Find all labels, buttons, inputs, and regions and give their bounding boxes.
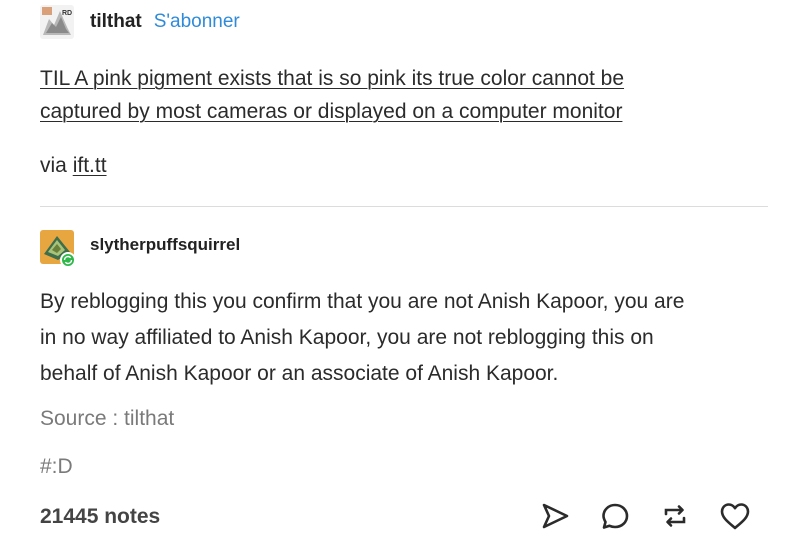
post-title[interactable]: TIL A pink pigment exists that is so pin… <box>40 62 760 128</box>
via-line: via ift.tt <box>40 149 760 182</box>
avatar[interactable]: RD <box>40 5 74 39</box>
avatar[interactable] <box>40 228 76 268</box>
body-line: By reblogging this you confirm that you … <box>40 290 685 313</box>
reply-icon <box>600 501 630 536</box>
send-icon <box>540 501 570 536</box>
send-button[interactable] <box>535 498 575 538</box>
post-tag[interactable]: #:D <box>40 455 73 479</box>
like-icon <box>719 501 751 536</box>
body-line: in no way affiliated to Anish Kapoor, yo… <box>40 326 654 349</box>
follow-button[interactable]: S'abonner <box>154 11 240 33</box>
reblog-button[interactable] <box>655 498 695 538</box>
svg-text:RD: RD <box>62 10 72 17</box>
title-line[interactable]: captured by most cameras or displayed on… <box>40 95 760 128</box>
notes-count[interactable]: 21445 notes <box>40 505 160 529</box>
reblog-body: By reblogging this you confirm that you … <box>40 284 770 392</box>
divider <box>40 206 768 207</box>
tumblr-post: RD tilthat S'abonner TIL A pink pigment … <box>0 0 800 553</box>
via-label: via <box>40 154 67 177</box>
body-line: behalf of Anish Kapoor or an associate o… <box>40 362 559 385</box>
via-link[interactable]: ift.tt <box>73 154 107 177</box>
original-post-header: RD tilthat S'abonner <box>40 5 240 39</box>
username[interactable]: slytherpuffsquirrel <box>90 235 240 255</box>
reblog-header: slytherpuffsquirrel <box>40 225 240 268</box>
source-link[interactable]: Source : tilthat <box>40 407 174 431</box>
reblog-icon <box>660 501 690 536</box>
username[interactable]: tilthat <box>90 11 142 33</box>
title-line[interactable]: TIL A pink pigment exists that is so pin… <box>40 62 760 95</box>
reply-button[interactable] <box>595 498 635 538</box>
post-actions <box>535 498 755 538</box>
like-button[interactable] <box>715 498 755 538</box>
